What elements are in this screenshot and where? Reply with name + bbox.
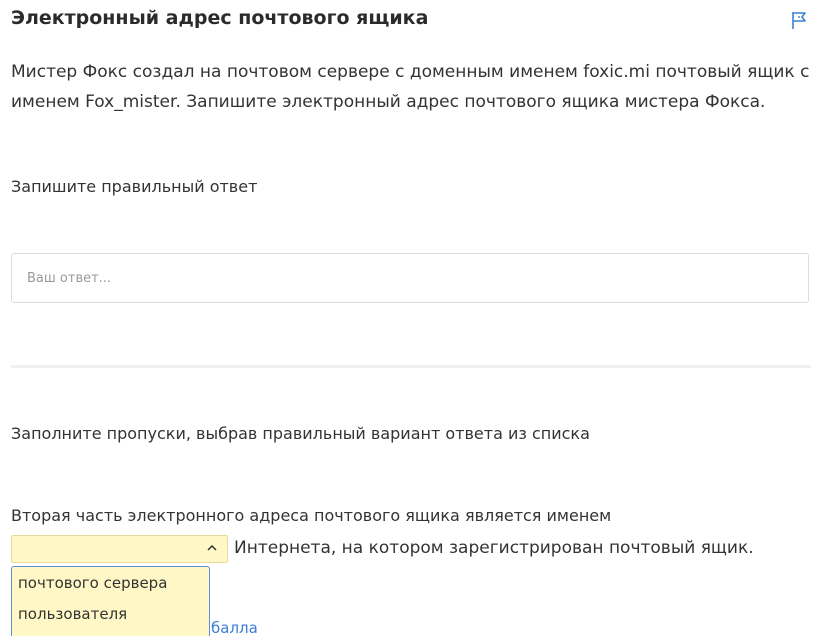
answer-input[interactable] [11,253,809,303]
flag-icon[interactable] [790,10,810,30]
blank-select[interactable] [11,535,228,563]
sentence-part-after: Интернета, на котором зарегистрирован по… [234,538,754,558]
dropdown-list: почтового сервера пользователя [11,566,210,636]
question-text: Мистер Фокс создал на почтовом сервере с… [11,62,810,112]
divider [11,365,811,368]
dropdown-option-user[interactable]: пользователя [12,599,209,630]
task1-instruction: Запишите правильный ответ [11,177,258,196]
dropdown-option-mail-server[interactable]: почтового сервера [12,568,209,599]
chevron-up-icon [207,544,217,551]
page-title: Электронный адрес почтового ящика [11,7,429,29]
sentence-part-before: Вторая часть электронного адреса почтово… [11,506,612,525]
task2-instruction: Заполните пропуски, выбрав правильный ва… [11,424,590,443]
partial-link[interactable]: балла [211,619,258,637]
